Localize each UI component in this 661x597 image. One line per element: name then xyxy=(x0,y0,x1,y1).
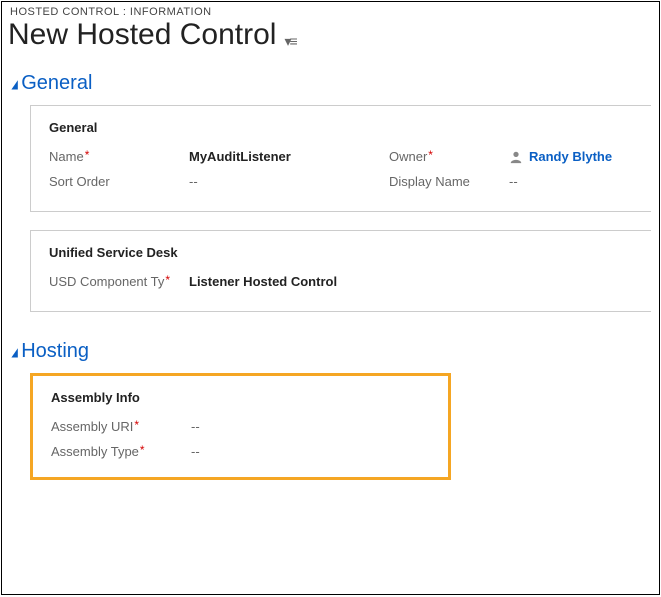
section-title-general: General xyxy=(21,72,92,95)
chevron-down-icon: ◢ xyxy=(11,345,17,359)
page-title: New Hosted Control xyxy=(8,18,276,52)
owner-link[interactable]: Randy Blythe xyxy=(529,149,612,164)
breadcrumb: HOSTED CONTROL : INFORMATION xyxy=(2,2,659,18)
value-name[interactable]: MyAuditListener xyxy=(189,149,389,164)
value-assembly-type[interactable]: -- xyxy=(191,444,430,459)
section-header-hosting[interactable]: ◢ Hosting xyxy=(10,340,651,363)
value-owner[interactable]: Randy Blythe xyxy=(509,149,660,164)
section-header-general[interactable]: ◢ General xyxy=(10,72,651,95)
value-assembly-uri[interactable]: -- xyxy=(191,419,430,434)
panel-general: General Name* MyAuditListener Owner* xyxy=(30,105,651,212)
title-menu-icon[interactable]: ▾≡ xyxy=(284,33,295,50)
panel-title-usd: Unified Service Desk xyxy=(49,245,633,260)
section-title-hosting: Hosting xyxy=(21,340,89,363)
label-owner: Owner* xyxy=(389,149,509,164)
panel-title-assembly: Assembly Info xyxy=(51,390,430,405)
panel-usd: Unified Service Desk USD Component Ty* L… xyxy=(30,230,651,312)
value-sort-order[interactable]: -- xyxy=(189,174,389,189)
label-usd-component: USD Component Ty* xyxy=(49,274,189,289)
label-assembly-uri: Assembly URI* xyxy=(51,419,191,434)
label-name: Name* xyxy=(49,149,189,164)
panel-title-general: General xyxy=(49,120,633,135)
value-display-name[interactable]: -- xyxy=(509,174,660,189)
value-usd-component[interactable]: Listener Hosted Control xyxy=(189,274,633,289)
chevron-down-icon: ◢ xyxy=(11,77,17,91)
person-icon xyxy=(509,150,523,164)
panel-assembly-info: Assembly Info Assembly URI* -- Assembly … xyxy=(30,373,451,480)
label-sort-order: Sort Order xyxy=(49,174,189,189)
label-assembly-type: Assembly Type* xyxy=(51,444,191,459)
label-display-name: Display Name xyxy=(389,174,509,189)
